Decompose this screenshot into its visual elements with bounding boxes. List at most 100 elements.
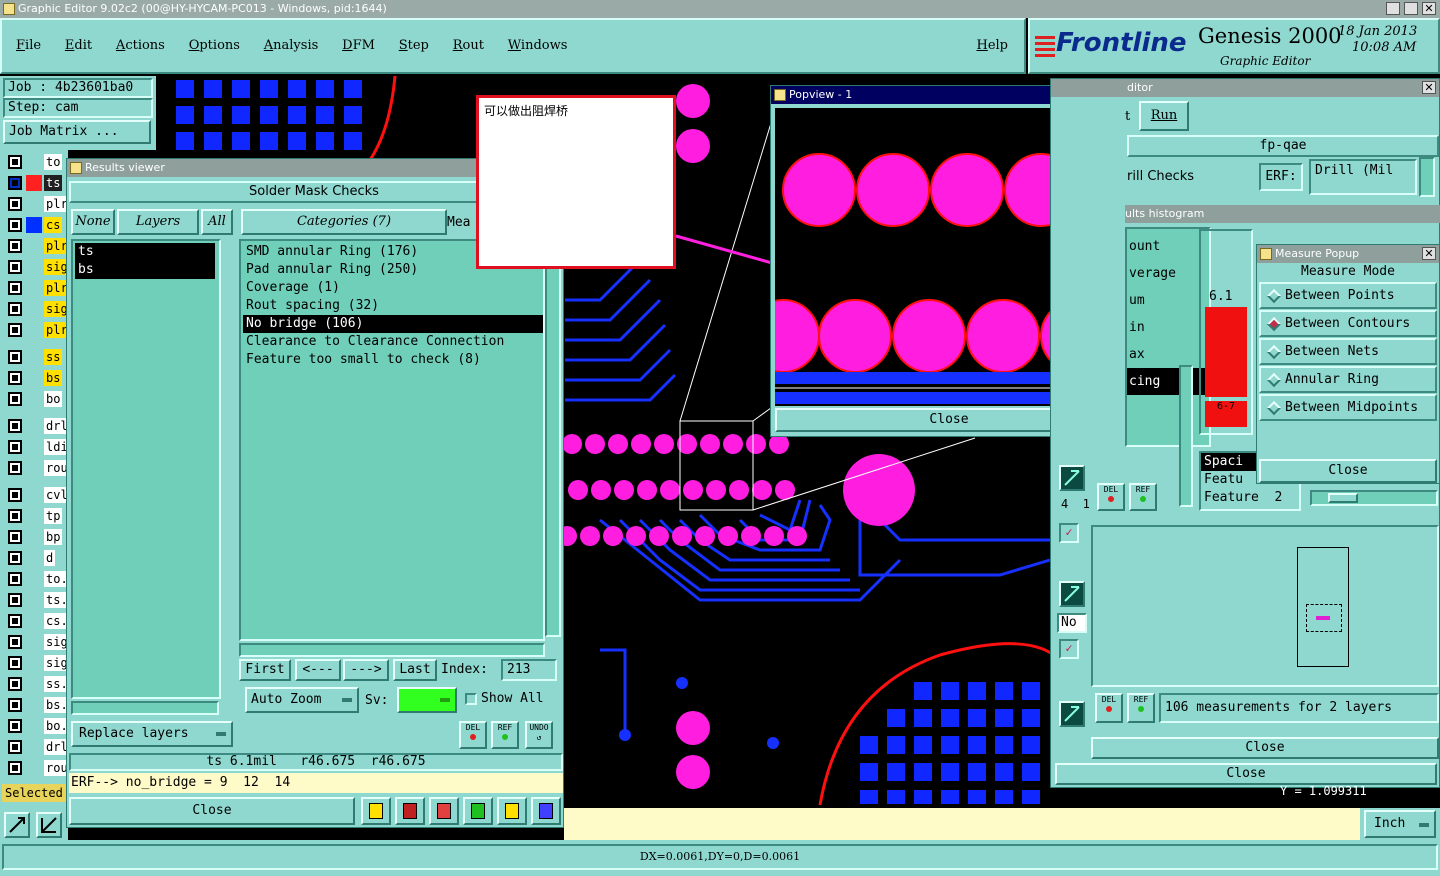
- layer-row[interactable]: bo: [4, 389, 66, 410]
- ref-button[interactable]: REF: [491, 721, 519, 749]
- minimize-icon[interactable]: [1386, 2, 1400, 15]
- undo-button[interactable]: UNDO ↺: [525, 721, 553, 749]
- layer-swatch[interactable]: [26, 739, 42, 755]
- preview-ref-button[interactable]: REF: [1127, 693, 1155, 723]
- category-list-hscroll[interactable]: [239, 643, 545, 657]
- histogram-icon[interactable]: [531, 797, 561, 825]
- layer-checkbox[interactable]: [8, 323, 22, 337]
- layer-checkbox[interactable]: [8, 281, 22, 295]
- layer-swatch[interactable]: [26, 217, 42, 233]
- layer-name[interactable]: bs: [44, 370, 63, 386]
- side-check-2[interactable]: ✓: [1059, 639, 1079, 659]
- category-item[interactable]: Feature too small to check (8): [243, 351, 543, 369]
- layer-checkbox[interactable]: [8, 593, 22, 607]
- layer-swatch[interactable]: [26, 508, 42, 524]
- layer-row[interactable]: sig: [4, 632, 70, 653]
- layer-checkbox[interactable]: [8, 392, 22, 406]
- layer-swatch[interactable]: [26, 634, 42, 650]
- layer-checkbox[interactable]: [8, 530, 22, 544]
- layer-checkbox[interactable]: [8, 461, 22, 475]
- layer-row[interactable]: cs: [4, 215, 66, 236]
- layer-row[interactable]: plr: [4, 236, 70, 257]
- prev-button[interactable]: <---: [295, 659, 341, 681]
- layer-swatch[interactable]: [26, 322, 42, 338]
- histogram-stat-item[interactable]: ount: [1127, 233, 1209, 260]
- histogram-stat-item[interactable]: in: [1127, 314, 1209, 341]
- layer-row[interactable]: to.: [4, 569, 70, 590]
- menu-step[interactable]: Step: [399, 38, 429, 53]
- next-button[interactable]: --->: [343, 659, 389, 681]
- side-run-icon-3[interactable]: [1059, 701, 1085, 727]
- layer-row[interactable]: ts.: [4, 590, 70, 611]
- menu-help[interactable]: Help: [976, 38, 1008, 53]
- side-run-icon-1[interactable]: [1059, 465, 1085, 491]
- replace-layers-dropdown[interactable]: Replace layers: [71, 721, 233, 747]
- menu-windows[interactable]: Windows: [508, 38, 568, 53]
- erf-vscroll[interactable]: [1419, 157, 1435, 197]
- layer-row[interactable]: d: [4, 548, 66, 569]
- layer-row[interactable]: drl: [4, 416, 70, 437]
- layer-name[interactable]: tp: [44, 508, 63, 524]
- histogram-titlebar[interactable]: ults histogram: [1125, 205, 1440, 223]
- layer-swatch[interactable]: [26, 487, 42, 503]
- results-close-button[interactable]: Close: [69, 797, 355, 825]
- layer-swatch[interactable]: [26, 259, 42, 275]
- layer-checkbox[interactable]: [8, 302, 22, 316]
- last-button[interactable]: Last: [393, 659, 437, 681]
- layer-checkbox[interactable]: [8, 176, 22, 190]
- layer-row[interactable]: rou: [4, 758, 70, 779]
- layer-swatch[interactable]: [26, 676, 42, 692]
- menu-analysis[interactable]: Analysis: [264, 38, 319, 53]
- measure-mode-option[interactable]: Between Points: [1259, 282, 1437, 309]
- category-item[interactable]: Clearance to Clearance Connection: [243, 333, 543, 351]
- layer-list-hscroll[interactable]: [71, 701, 219, 715]
- menu-edit[interactable]: Edit: [65, 38, 92, 53]
- layer-swatch[interactable]: [26, 418, 42, 434]
- layer-name[interactable]: ss: [44, 349, 63, 365]
- layer-checkbox[interactable]: [8, 761, 22, 775]
- show-all-checkbox[interactable]: [465, 693, 477, 705]
- layer-checkbox[interactable]: [8, 509, 22, 523]
- layer-swatch[interactable]: [26, 550, 42, 566]
- layer-swatch[interactable]: [26, 439, 42, 455]
- layer-swatch[interactable]: [26, 280, 42, 296]
- layer-row[interactable]: plr: [4, 194, 70, 215]
- layer-row[interactable]: sig: [4, 653, 70, 674]
- menu-dfm[interactable]: DFM: [342, 38, 375, 53]
- editor-titlebar[interactable]: ditor ✕: [1051, 79, 1439, 97]
- layer-row[interactable]: plr: [4, 320, 70, 341]
- layer-checkbox[interactable]: [8, 155, 22, 169]
- measure-tool-icon[interactable]: [36, 812, 62, 838]
- layer-row[interactable]: bs: [4, 368, 66, 389]
- del-button[interactable]: DEL: [459, 721, 487, 749]
- close-icon[interactable]: ✕: [1422, 2, 1436, 15]
- layer-row[interactable]: to: [4, 152, 66, 173]
- measure-popup-close-icon[interactable]: ✕: [1422, 247, 1436, 260]
- layer-row[interactable]: ldi: [4, 437, 70, 458]
- layer-row[interactable]: tp: [4, 506, 66, 527]
- menu-options[interactable]: Options: [189, 38, 240, 53]
- layer-swatch[interactable]: [26, 529, 42, 545]
- measure-close-button[interactable]: Close: [1091, 737, 1439, 759]
- layer-name[interactable]: d: [44, 550, 56, 566]
- layer-swatch[interactable]: [26, 571, 42, 587]
- layer-swatch[interactable]: [26, 760, 42, 776]
- layer-checkbox[interactable]: [8, 488, 22, 502]
- layer-checkbox[interactable]: [8, 656, 22, 670]
- measure-popup-close-button[interactable]: Close: [1259, 459, 1437, 483]
- category-item[interactable]: No bridge (106): [243, 315, 543, 333]
- histogram-stat-item[interactable]: ax: [1127, 341, 1209, 368]
- units-dropdown[interactable]: Inch: [1364, 810, 1436, 838]
- layer-name[interactable]: bo: [44, 391, 63, 407]
- side-run-icon-2[interactable]: [1059, 581, 1085, 607]
- erf-value-field[interactable]: Drill (Mil: [1309, 159, 1417, 195]
- layer-checkbox[interactable]: [8, 614, 22, 628]
- layer-row[interactable]: cs.: [4, 611, 70, 632]
- result-layer-item[interactable]: bs: [75, 261, 215, 279]
- none-button[interactable]: None: [71, 209, 115, 235]
- layer-swatch[interactable]: [26, 460, 42, 476]
- layer-checkbox[interactable]: [8, 218, 22, 232]
- delete-icon[interactable]: [395, 797, 425, 825]
- layer-name[interactable]: to: [44, 154, 63, 170]
- feature-row[interactable]: Feature 2: [1201, 489, 1299, 507]
